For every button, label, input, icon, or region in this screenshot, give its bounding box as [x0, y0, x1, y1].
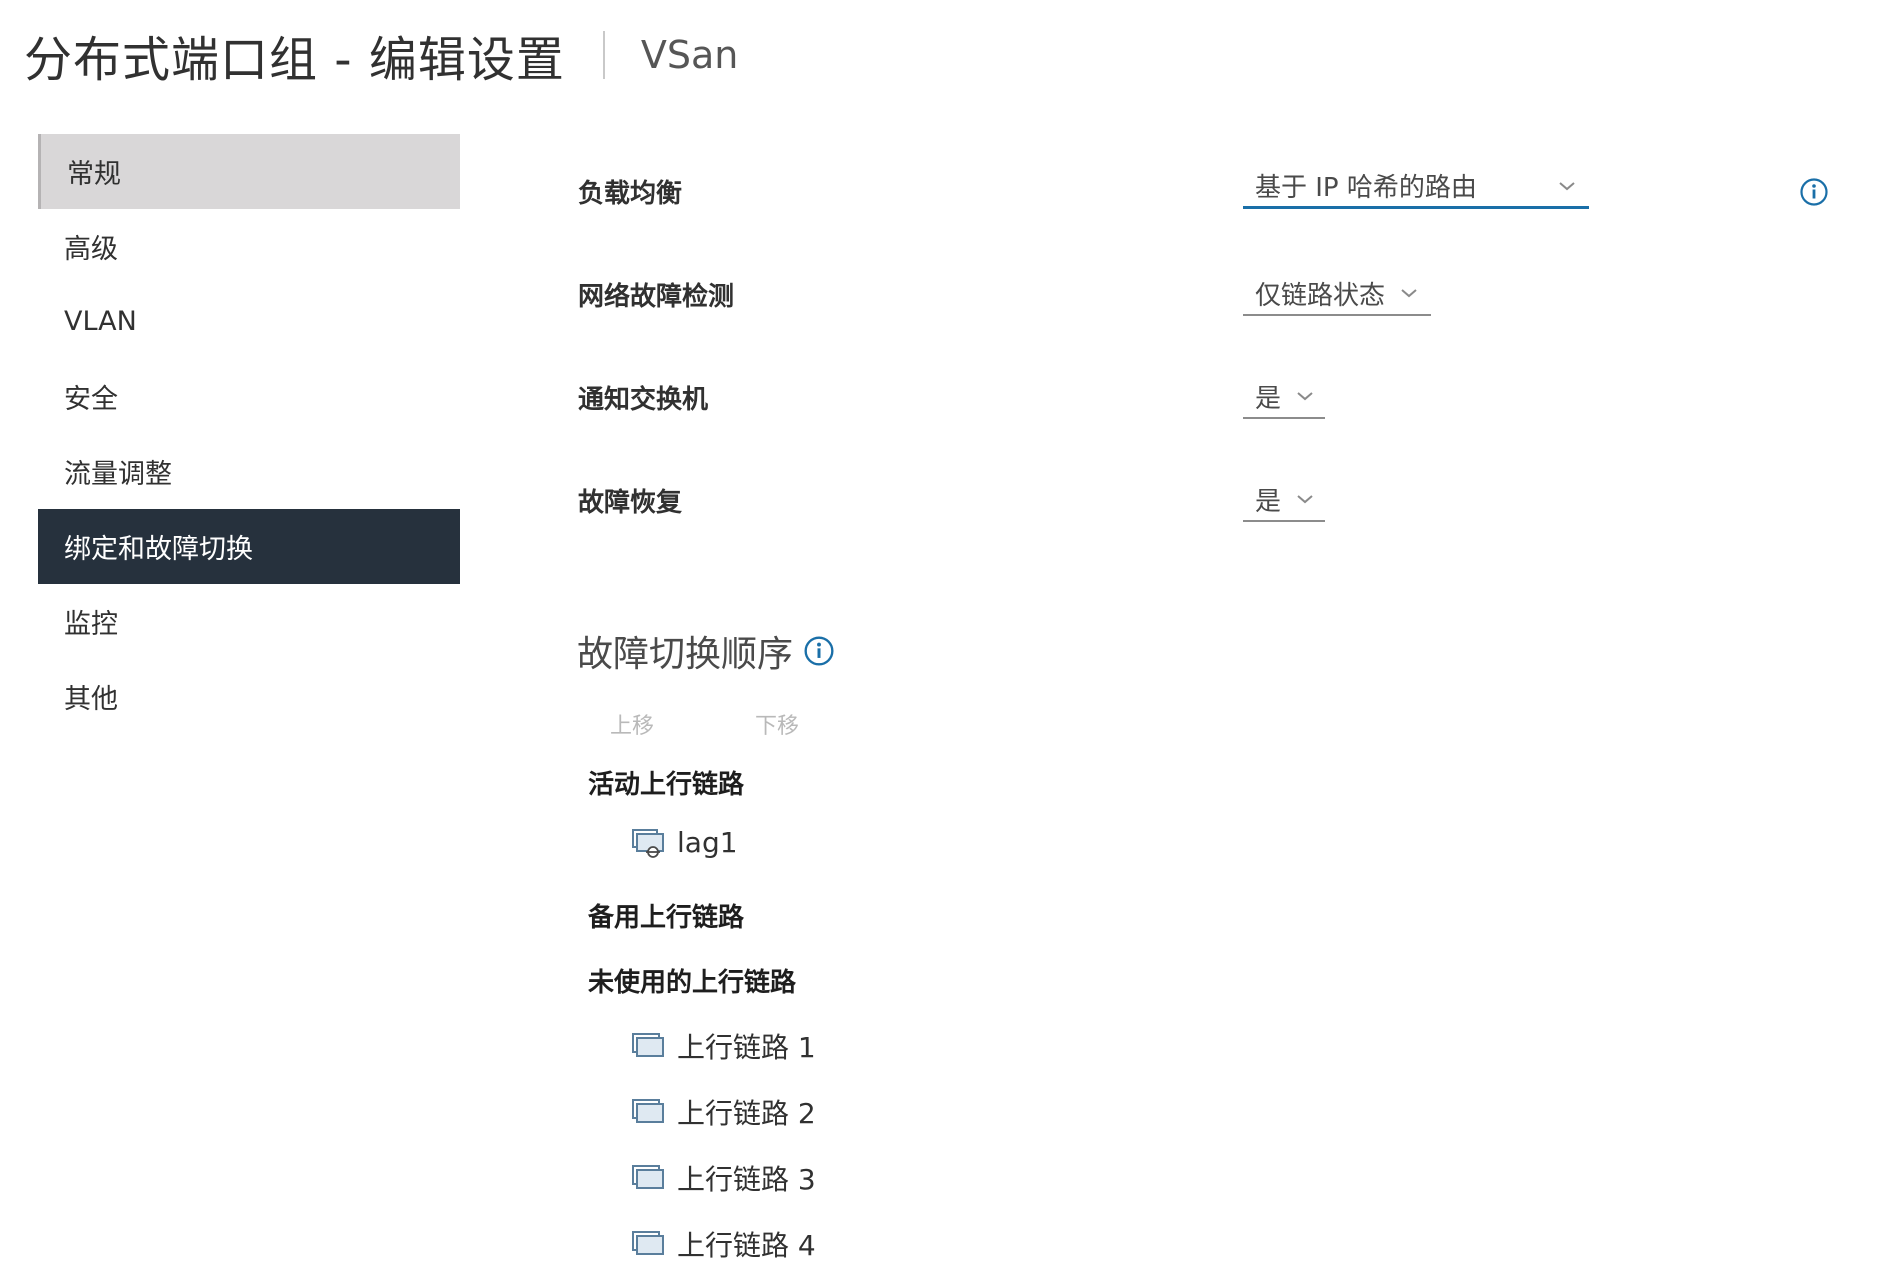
failback-label: 故障恢复 — [578, 488, 683, 518]
uplink-item-lag1[interactable]: lag1 — [631, 826, 738, 859]
page-subtitle: VSan — [640, 33, 739, 77]
uplink-name: 上行链路 4 — [677, 1229, 816, 1262]
uplink-icon — [632, 1099, 664, 1123]
load-balancing-label: 负载均衡 — [578, 179, 683, 209]
sidebar-item-teaming-failover[interactable]: 绑定和故障切换 — [38, 509, 460, 584]
lag-icon — [632, 828, 664, 858]
notify-switches-label: 通知交换机 — [578, 385, 709, 415]
sidebar-item-traffic-shaping[interactable]: 流量调整 — [38, 434, 460, 509]
info-icon[interactable] — [1799, 177, 1829, 207]
uplink-name: 上行链路 1 — [677, 1031, 816, 1064]
sidebar-item-vlan[interactable]: VLAN — [38, 284, 460, 359]
chevron-down-icon — [1401, 289, 1417, 298]
sidebar-item-label: 绑定和故障切换 — [64, 534, 253, 565]
sidebar-item-label: 监控 — [64, 609, 118, 640]
network-failure-detection-select[interactable]: 仅链路状态 — [1243, 272, 1431, 316]
uplink-icon — [632, 1033, 664, 1057]
header: 分布式端口组 - 编辑设置 VSan — [24, 20, 738, 90]
chevron-down-icon — [1297, 392, 1313, 401]
header-divider — [602, 31, 605, 79]
active-uplinks-label: 活动上行链路 — [588, 770, 745, 800]
uplink-name: 上行链路 3 — [677, 1163, 816, 1196]
sidebar-item-label: 高级 — [64, 234, 118, 265]
notify-switches-select[interactable]: 是 — [1243, 375, 1325, 419]
failover-order-title: 故障切换顺序 — [577, 625, 835, 677]
info-icon[interactable] — [803, 635, 835, 667]
sidebar-nav: 常规 高级 VLAN 安全 流量调整 绑定和故障切换 监控 其他 — [38, 134, 460, 734]
sidebar-item-advanced[interactable]: 高级 — [38, 209, 460, 284]
sidebar-item-security[interactable]: 安全 — [38, 359, 460, 434]
uplink-item-3[interactable]: 上行链路 3 — [631, 1158, 816, 1198]
load-balancing-select[interactable]: 基于 IP 哈希的路由 — [1243, 165, 1589, 209]
failback-select[interactable]: 是 — [1243, 478, 1325, 522]
load-balancing-value: 基于 IP 哈希的路由 — [1255, 173, 1477, 203]
page-title: 分布式端口组 - 编辑设置 — [24, 32, 565, 88]
sidebar-item-label: 流量调整 — [64, 459, 172, 490]
sidebar-item-label: VLAN — [64, 306, 137, 337]
standby-uplinks-label: 备用上行链路 — [588, 903, 745, 933]
uplink-name: lag1 — [677, 826, 738, 859]
uplink-icon — [632, 1165, 664, 1189]
chevron-down-icon — [1559, 181, 1575, 190]
failover-order-heading: 故障切换顺序 — [577, 634, 794, 675]
sidebar-item-miscellaneous[interactable]: 其他 — [38, 659, 460, 734]
uplink-item-4[interactable]: 上行链路 4 — [631, 1224, 816, 1264]
notify-switches-value: 是 — [1255, 383, 1282, 414]
edit-settings-page: 分布式端口组 - 编辑设置 VSan 常规 高级 VLAN 安全 流量调整 绑定… — [0, 0, 1904, 1274]
move-down-button[interactable]: 下移 — [755, 708, 799, 740]
uplink-item-2[interactable]: 上行链路 2 — [631, 1092, 816, 1132]
sidebar-item-general[interactable]: 常规 — [38, 134, 460, 209]
sidebar-item-label: 常规 — [67, 159, 121, 190]
network-failure-detection-value: 仅链路状态 — [1255, 280, 1386, 311]
uplink-name: 上行链路 2 — [677, 1097, 816, 1130]
move-up-button[interactable]: 上移 — [610, 708, 654, 740]
network-failure-detection-label: 网络故障检测 — [578, 282, 735, 312]
sidebar-item-label: 安全 — [64, 384, 118, 415]
uplink-icon — [632, 1231, 664, 1255]
failback-value: 是 — [1255, 486, 1282, 517]
sidebar-item-label: 其他 — [64, 684, 118, 715]
unused-uplinks-label: 未使用的上行链路 — [588, 968, 797, 998]
sidebar-item-monitoring[interactable]: 监控 — [38, 584, 460, 659]
uplink-item-1[interactable]: 上行链路 1 — [631, 1026, 816, 1066]
chevron-down-icon — [1297, 495, 1313, 504]
